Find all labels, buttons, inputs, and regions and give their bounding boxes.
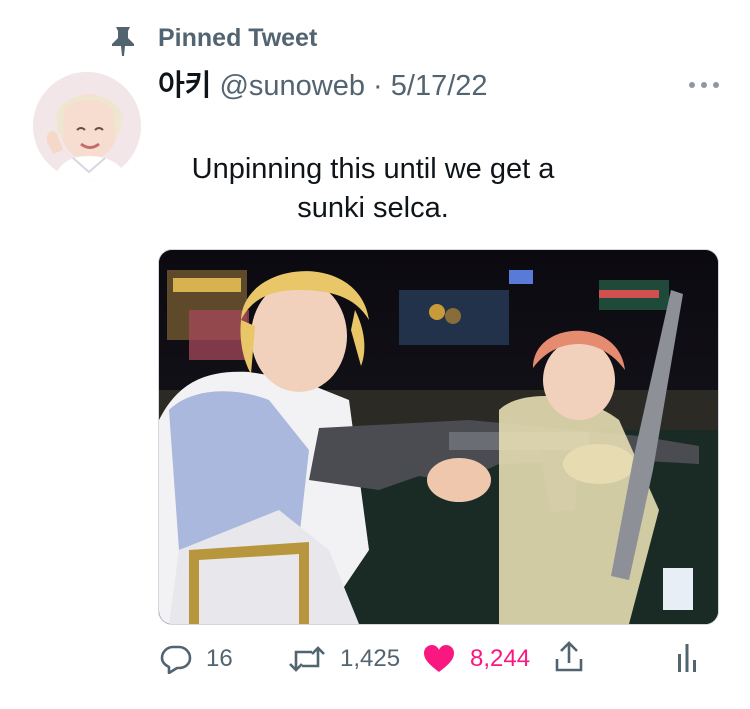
reply-button[interactable]: 16 [160,644,233,674]
avatar[interactable] [33,72,141,180]
retweet-icon [289,646,325,672]
share-button[interactable] [554,641,584,672]
tweet-header: 아키 @sunoweb · 5/17/22 [158,68,488,104]
like-button[interactable]: 8,244 [422,644,530,674]
tweet-date[interactable]: 5/17/22 [391,70,488,102]
pin-icon [112,27,134,56]
heart-filled-icon [424,645,454,672]
display-name[interactable]: 아키 [158,70,211,102]
analytics-button[interactable] [676,643,698,673]
share-icon [555,641,583,672]
date-separator: · [373,70,383,102]
handle[interactable]: @sunoweb [219,70,365,102]
like-count: 8,244 [470,645,531,672]
reply-icon [160,645,192,674]
tweet-photo[interactable] [158,249,719,625]
analytics-icon [678,644,696,672]
tweet-text: Unpinning this until we get a sunki selc… [191,153,555,224]
reply-count: 16 [206,645,233,672]
retweet-count: 1,425 [340,645,401,672]
retweet-button[interactable]: 1,425 [288,644,400,674]
more-icon[interactable] [686,78,722,92]
pinned-tweet-label: Pinned Tweet [158,24,318,52]
